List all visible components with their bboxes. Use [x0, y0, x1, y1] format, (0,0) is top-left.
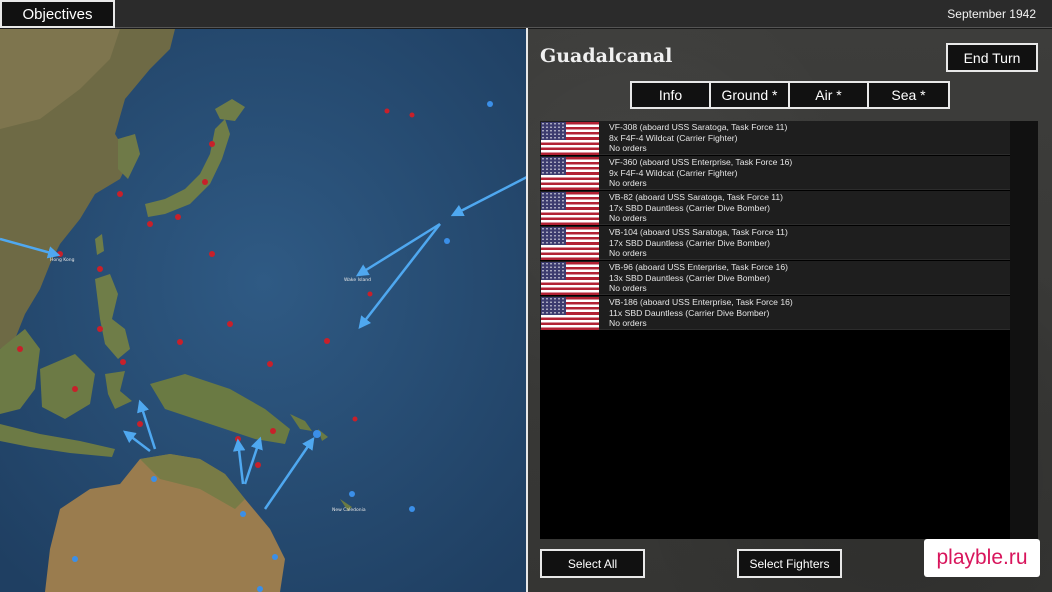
unit-name: VB-104 (aboard USS Saratoga, Task Force …	[609, 227, 788, 237]
map-label-wake-island: Wake Island	[344, 277, 371, 283]
unit-list-scrollbar[interactable]	[1010, 121, 1038, 539]
unit-name: VF-360 (aboard USS Enterprise, Task Forc…	[609, 157, 793, 167]
panel-tabs: Info Ground * Air * Sea *	[630, 81, 950, 109]
strategic-map[interactable]: Hong Kong Wake Island New Caledonia	[0, 29, 527, 592]
objectives-button[interactable]: Objectives	[0, 0, 115, 28]
region-panel: Guadalcanal End Turn Info Ground * Air *…	[528, 29, 1052, 592]
unit-details: VB-104 (aboard USS Saratoga, Task Force …	[609, 227, 788, 259]
unit-name: VB-82 (aboard USS Saratoga, Task Force 1…	[609, 192, 784, 202]
unit-orders: No orders	[609, 248, 647, 258]
tab-air[interactable]: Air *	[790, 83, 869, 107]
unit-details: VF-308 (aboard USS Saratoga, Task Force …	[609, 122, 787, 154]
unit-row[interactable]: VB-96 (aboard USS Enterprise, Task Force…	[540, 261, 1010, 295]
unit-row[interactable]: VF-308 (aboard USS Saratoga, Task Force …	[540, 121, 1010, 155]
map-label-hong-kong: Hong Kong	[50, 257, 75, 263]
date-label: September 1942	[947, 7, 1036, 21]
unit-details: VB-82 (aboard USS Saratoga, Task Force 1…	[609, 192, 783, 224]
unit-orders: No orders	[609, 213, 647, 223]
us-flag-icon	[541, 192, 599, 225]
unit-row[interactable]: VB-186 (aboard USS Enterprise, Task Forc…	[540, 296, 1010, 330]
unit-aircraft: 17x SBD Dauntless (Carrier Dive Bomber)	[609, 237, 770, 248]
map-canvas[interactable]: Hong Kong Wake Island New Caledonia	[0, 29, 527, 592]
top-bar: Objectives September 1942	[0, 0, 1052, 28]
unit-aircraft: 9x F4F-4 Wildcat (Carrier Fighter)	[609, 167, 738, 178]
unit-name: VB-96 (aboard USS Enterprise, Task Force…	[609, 262, 788, 272]
unit-orders: No orders	[609, 318, 647, 328]
unit-aircraft: 8x F4F-4 Wildcat (Carrier Fighter)	[609, 132, 738, 143]
unit-name: VB-186 (aboard USS Enterprise, Task Forc…	[609, 297, 793, 307]
tab-info[interactable]: Info	[632, 83, 711, 107]
unit-details: VB-186 (aboard USS Enterprise, Task Forc…	[609, 297, 793, 329]
unit-orders: No orders	[609, 283, 647, 293]
unit-aircraft: 13x SBD Dauntless (Carrier Dive Bomber)	[609, 272, 770, 283]
us-flag-icon	[541, 227, 599, 260]
air-unit-list[interactable]: VF-308 (aboard USS Saratoga, Task Force …	[540, 121, 1038, 539]
unit-orders: No orders	[609, 143, 647, 153]
select-all-button[interactable]: Select All	[540, 549, 645, 578]
tab-ground[interactable]: Ground *	[711, 83, 790, 107]
watermark: playble.ru	[924, 539, 1040, 577]
map-label-new-caledonia: New Caledonia	[332, 507, 366, 513]
unit-details: VF-360 (aboard USS Enterprise, Task Forc…	[609, 157, 792, 189]
us-flag-icon	[541, 262, 599, 295]
tab-sea[interactable]: Sea *	[869, 83, 948, 107]
unit-row[interactable]: VF-360 (aboard USS Enterprise, Task Forc…	[540, 156, 1010, 190]
unit-aircraft: 17x SBD Dauntless (Carrier Dive Bomber)	[609, 202, 770, 213]
us-flag-icon	[541, 157, 599, 190]
unit-aircraft: 11x SBD Dauntless (Carrier Dive Bomber)	[609, 307, 770, 318]
unit-details: VB-96 (aboard USS Enterprise, Task Force…	[609, 262, 788, 294]
us-flag-icon	[541, 297, 599, 330]
select-fighters-button[interactable]: Select Fighters	[737, 549, 842, 578]
unit-row[interactable]: VB-104 (aboard USS Saratoga, Task Force …	[540, 226, 1010, 260]
unit-orders: No orders	[609, 178, 647, 188]
region-title: Guadalcanal	[540, 45, 673, 67]
unit-row[interactable]: VB-82 (aboard USS Saratoga, Task Force 1…	[540, 191, 1010, 225]
unit-name: VF-308 (aboard USS Saratoga, Task Force …	[609, 122, 788, 132]
us-flag-icon	[541, 122, 599, 155]
end-turn-button[interactable]: End Turn	[946, 43, 1038, 72]
